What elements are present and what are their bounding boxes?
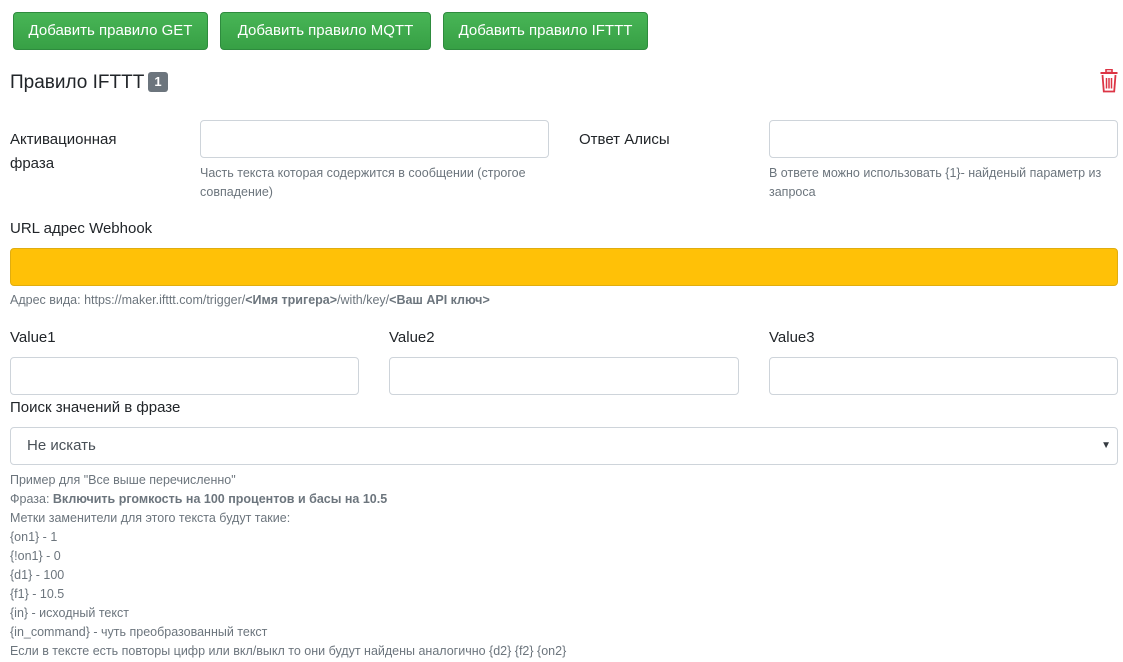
rule-title: Правило IFTTT 1: [10, 72, 168, 94]
example-help: Пример для "Все выше перечисленно" Фраза…: [10, 471, 1110, 661]
example-line: {!on1} - 0: [10, 549, 61, 563]
add-mqtt-rule-button[interactable]: Добавить правило MQTT: [220, 12, 431, 50]
webhook-help-api-key: <Ваш API ключ>: [389, 293, 490, 307]
rule-number-badge: 1: [148, 72, 168, 92]
rule-title-text: Правило IFTTT: [10, 72, 145, 93]
activation-phrase-help-line2: совпадение): [200, 185, 273, 199]
example-line: Если в тексте есть повторы цифр или вкл/…: [10, 644, 567, 658]
activation-phrase-help: Часть текста которая содержится в сообще…: [200, 164, 560, 202]
webhook-help-prefix: Адрес вида: https://maker.ifttt.com/trig…: [10, 293, 246, 307]
example-line: {in_command} - чуть преобразованный текс…: [10, 625, 268, 639]
example-phrase-text: Включить ргомкость на 100 процентов и ба…: [52, 492, 388, 506]
value3-input[interactable]: [769, 357, 1118, 395]
webhook-url-help: Адрес вида: https://maker.ifttt.com/trig…: [10, 291, 490, 310]
activation-phrase-label: Активационная фраза: [10, 128, 116, 176]
value1-label: Value1: [10, 329, 56, 346]
example-line: {in} - исходный текст: [10, 606, 129, 620]
trash-icon[interactable]: [1099, 68, 1119, 93]
search-values-selected: Не искать: [27, 437, 96, 454]
example-line: Метки заменители для этого текста будут …: [10, 511, 291, 525]
alice-response-help-line2: запроса: [769, 185, 816, 199]
example-phrase-prefix: Фраза:: [10, 492, 53, 506]
add-get-rule-button[interactable]: Добавить правило GET: [13, 12, 208, 50]
example-line: {f1} - 10.5: [10, 587, 65, 601]
activation-phrase-label-line1: Активационная: [10, 131, 117, 148]
value2-label: Value2: [389, 329, 435, 346]
activation-phrase-label-line2: фраза: [10, 155, 55, 172]
alice-response-input[interactable]: [769, 120, 1118, 158]
example-line: Пример для "Все выше перечисленно": [10, 473, 236, 487]
webhook-url-label: URL адрес Webhook: [10, 220, 153, 237]
caret-down-icon: ▼: [1101, 440, 1111, 451]
alice-response-help-line1: В ответе можно использовать {1}- найдены…: [769, 166, 1102, 180]
value1-input[interactable]: [10, 357, 359, 395]
example-line: {d1} - 100: [10, 568, 65, 582]
alice-response-label: Ответ Алисы: [579, 131, 670, 148]
activation-phrase-help-line1: Часть текста которая содержится в сообще…: [200, 166, 526, 180]
webhook-help-trigger-name: <Имя тригера>: [245, 293, 338, 307]
webhook-url-input[interactable]: [10, 248, 1118, 286]
value2-input[interactable]: [389, 357, 739, 395]
alice-response-help: В ответе можно использовать {1}- найдены…: [769, 164, 1119, 202]
example-phrase-line: Фраза: Включить ргомкость на 100 процент…: [10, 490, 1110, 509]
value3-label: Value3: [769, 329, 815, 346]
search-values-label: Поиск значений в фразе: [10, 399, 181, 416]
search-values-select[interactable]: Не искать ▼: [10, 427, 1118, 465]
example-line: {on1} - 1: [10, 530, 58, 544]
activation-phrase-input[interactable]: [200, 120, 549, 158]
add-ifttt-rule-button[interactable]: Добавить правило IFTTT: [443, 12, 648, 50]
webhook-help-mid: /with/key/: [337, 293, 390, 307]
